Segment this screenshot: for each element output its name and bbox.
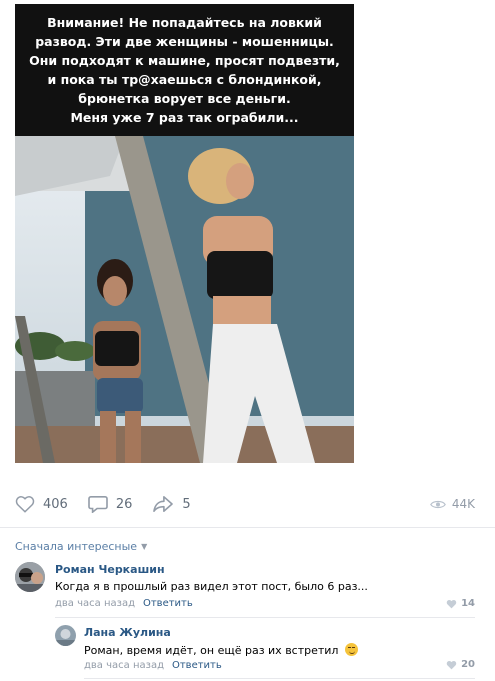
- reply-button[interactable]: Ответить: [172, 660, 222, 671]
- comment-button[interactable]: 26: [88, 495, 133, 513]
- comment-icon: [88, 495, 108, 513]
- caption-line: Внимание! Не попадайтесь на ловкий: [47, 15, 322, 30]
- comment-author[interactable]: Лана Жулина: [84, 626, 171, 639]
- comment-meta: два часа назад Ответить: [84, 660, 222, 671]
- comment-like-count: 14: [461, 598, 475, 609]
- smirk-emoji-icon: [344, 643, 358, 656]
- comment-like-count: 20: [461, 659, 475, 670]
- like-button[interactable]: 406: [15, 495, 68, 513]
- share-count: 5: [182, 496, 191, 512]
- post-actions: 406 26 5 44K: [15, 492, 475, 516]
- comments-sort-dropdown[interactable]: Сначала интересные ▼: [15, 540, 147, 553]
- views-counter: 44K: [429, 497, 475, 511]
- caption-line: Меня уже 7 раз так ограбили...: [70, 110, 299, 125]
- avatar[interactable]: [55, 625, 76, 646]
- image-caption: Внимание! Не попадайтесь на ловкий разво…: [15, 4, 354, 136]
- eye-icon: [429, 500, 446, 508]
- views-count: 44K: [451, 497, 475, 511]
- like-count: 406: [43, 496, 68, 512]
- heart-icon: [446, 660, 457, 669]
- comment-text-content: Роман, время идёт, он ещё раз их встрети…: [84, 644, 339, 657]
- share-icon: [153, 495, 174, 513]
- avatar[interactable]: [15, 562, 45, 592]
- heart-icon: [446, 599, 457, 608]
- reply-button[interactable]: Ответить: [143, 598, 193, 609]
- heart-icon: [15, 496, 35, 513]
- comment-meta: два часа назад Ответить: [55, 598, 193, 609]
- divider: [0, 527, 495, 528]
- caption-line: Они подходят к машине, просят подвезти,: [29, 53, 340, 68]
- comment-author[interactable]: Роман Черкашин: [55, 563, 165, 576]
- caption-line: брюнетка ворует все деньги.: [78, 91, 291, 106]
- street-photo: [15, 136, 354, 463]
- caption-line: развод. Эти две женщины - мошенницы.: [35, 34, 334, 49]
- comment-text: Когда я в прошлый раз видел этот пост, б…: [55, 580, 368, 593]
- share-button[interactable]: 5: [152, 495, 191, 513]
- comment-like-button[interactable]: 14: [446, 598, 475, 609]
- caption-line: и пока ты тр@хаешься с блондинкой,: [47, 72, 322, 87]
- comment-time[interactable]: два часа назад: [55, 598, 135, 609]
- chevron-down-icon: ▼: [141, 542, 148, 551]
- comment-time[interactable]: два часа назад: [84, 660, 164, 671]
- comment-like-button[interactable]: 20: [446, 659, 475, 670]
- sort-label: Сначала интересные: [15, 540, 138, 553]
- divider: [84, 678, 475, 679]
- post-image[interactable]: Внимание! Не попадайтесь на ловкий разво…: [15, 4, 354, 463]
- comment-count: 26: [115, 496, 133, 512]
- comment-text: Роман, время идёт, он ещё раз их встрети…: [84, 643, 358, 657]
- divider: [55, 617, 475, 618]
